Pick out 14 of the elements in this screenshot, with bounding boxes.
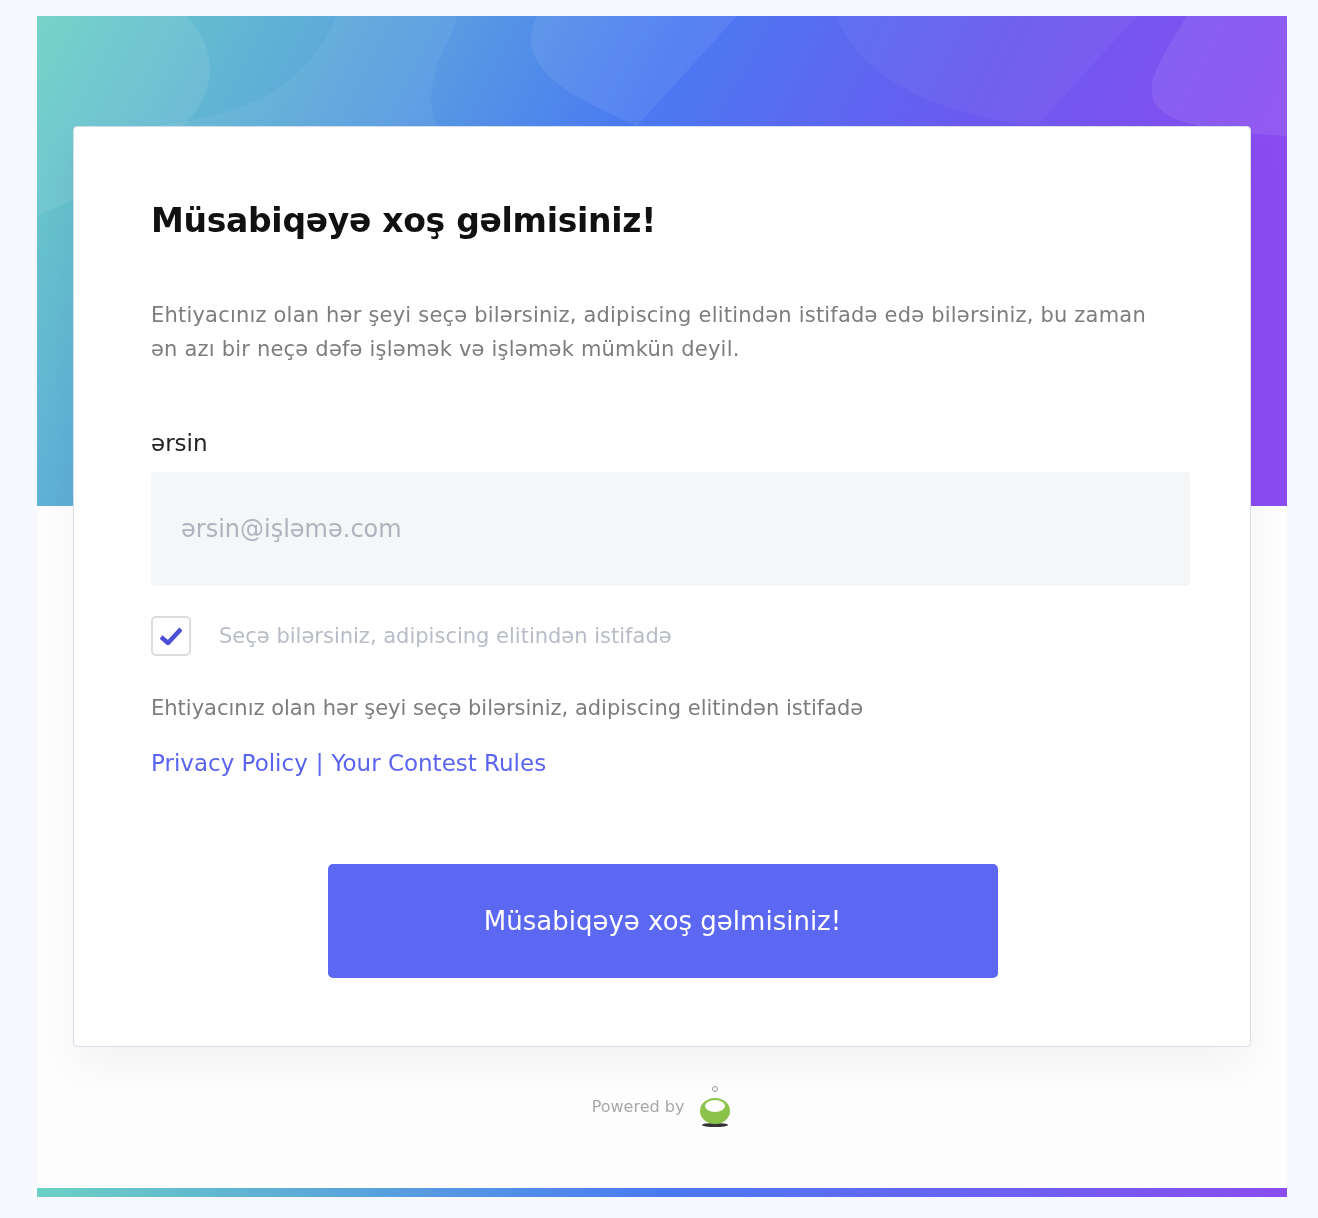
- checkbox-label: Seçə bilərsiniz, adipiscing elitindən istifadə: [219, 624, 672, 648]
- submit-button[interactable]: Müsabiqəyə xoş gəlmisiniz!: [327, 864, 998, 978]
- intro-text: Ehtiyacınız olan hər şeyi seçə bilərsiniz, adipiscing elitindən istifadə edə bilərsiniz, bu zaman ən azı bir neçə dəfə işləmək və işləmək mümkün deyil.: [151, 302, 1147, 363]
- consent-checkbox[interactable]: [151, 616, 191, 656]
- check-icon: [160, 627, 182, 645]
- powered-by-text: Powered by: [591, 1096, 685, 1116]
- note-text: Ehtiyacınız olan hər şeyi seçə bilərsiniz, adipiscing elitindən istifadə: [151, 696, 865, 720]
- field-label: ərsin: [151, 430, 209, 456]
- privacy-link[interactable]: Privacy Policy: [151, 750, 308, 776]
- link-separator: |: [315, 750, 324, 776]
- logo-icon: [698, 1085, 733, 1127]
- email-field[interactable]: ərsin@işləmə.com: [151, 472, 1190, 586]
- rules-link[interactable]: Your Contest Rules: [331, 750, 547, 776]
- card-title: Müsabiqəyə xoş gəlmisiniz!: [151, 201, 657, 240]
